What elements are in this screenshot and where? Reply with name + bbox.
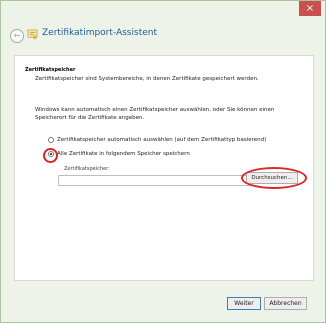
wizard-window: × ← Zertifikatimport-Assistent Zertifika… [0, 0, 326, 323]
window-title: Zertifikatimport-Assistent [42, 28, 157, 38]
radio-manual-store[interactable]: Alle Zertifikate in folgendem Speicher s… [48, 151, 190, 157]
section-description: Zertifikatspeicher sind Systembereiche, … [35, 76, 259, 82]
close-icon: × [305, 3, 315, 14]
radio-auto-button[interactable] [48, 137, 54, 143]
browse-highlight [241, 167, 307, 189]
radio-highlight [43, 148, 58, 163]
radio-auto-select[interactable]: Zertifikatspeicher automatisch auswählen… [48, 137, 266, 143]
close-button[interactable]: × [299, 1, 321, 16]
cancel-button[interactable]: Abbrechen [264, 297, 307, 310]
radio-auto-label: Zertifikatspeicher automatisch auswählen… [57, 137, 267, 143]
radio-manual-label: Alle Zertifikate in folgendem Speicher s… [57, 151, 190, 157]
certificate-icon [27, 29, 38, 40]
back-arrow-icon[interactable]: ← [10, 29, 24, 43]
next-button[interactable]: Weiter [227, 297, 261, 310]
store-label: Zertifikatspeicher: [64, 166, 110, 172]
store-field[interactable] [58, 175, 253, 186]
section-title: Zertifikatspeicher [25, 67, 76, 73]
explanation-text: Windows kann automatisch einen Zertifika… [35, 107, 275, 121]
